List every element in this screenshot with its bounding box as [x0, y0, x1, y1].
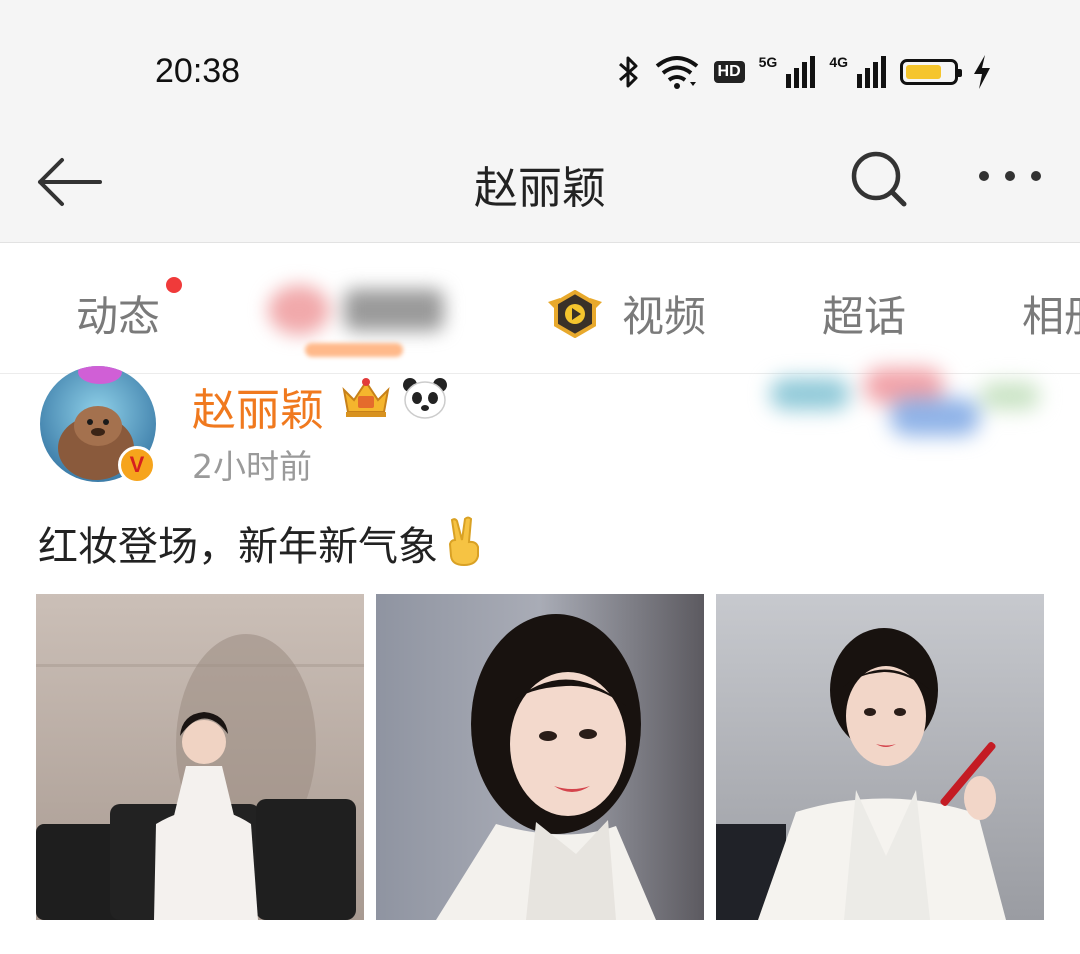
signal-5g-icon	[786, 56, 816, 88]
network-label-4g: 4G	[829, 54, 848, 70]
page-title: 赵丽颖	[474, 163, 606, 214]
video-badge-icon	[548, 289, 602, 338]
tab-blurred[interactable]	[268, 279, 448, 339]
author-name[interactable]: 赵丽颖	[192, 374, 324, 438]
profile-tabs: 动态 视频 超话 相册	[0, 243, 1080, 374]
back-button[interactable]	[36, 154, 106, 210]
post-card: V 赵丽颖 2小时前 红妆登场，新年新气象	[0, 366, 1080, 954]
wifi-icon	[655, 56, 698, 89]
battery-icon	[900, 59, 962, 85]
avatar[interactable]: V	[40, 366, 156, 484]
post-photo-3[interactable]	[716, 594, 1044, 920]
status-time: 20:38	[155, 52, 241, 90]
more-icon	[979, 171, 1041, 181]
tab-super-topic[interactable]: 超话	[822, 283, 906, 344]
network-label-5g: 5G	[758, 54, 778, 70]
tab-video-label: 视频	[622, 292, 707, 341]
search-icon	[851, 151, 907, 207]
charging-icon	[974, 55, 990, 89]
verified-badge: V	[118, 446, 156, 484]
more-button[interactable]	[972, 160, 1048, 200]
post-body: 红妆登场，新年新气象	[38, 524, 438, 570]
status-bar: 20:38 HD 5G 4G	[0, 0, 1080, 130]
hd-badge: HD	[713, 61, 745, 83]
post-text: 红妆登场，新年新气象	[38, 514, 486, 572]
nav-bar: 赵丽颖	[0, 130, 1080, 243]
active-tab-indicator	[305, 343, 403, 357]
post-photo-2[interactable]	[376, 594, 704, 920]
search-button[interactable]	[848, 148, 912, 212]
arrow-left-icon	[38, 158, 102, 206]
panda-icon[interactable]	[402, 376, 448, 420]
status-icons: HD 5G 4G	[616, 52, 992, 92]
crown-icon[interactable]	[338, 376, 394, 420]
bluetooth-icon	[618, 56, 638, 88]
post-timestamp: 2小时前	[192, 447, 312, 486]
tab-album[interactable]: 相册	[1022, 283, 1080, 344]
victory-hand-icon	[448, 516, 479, 566]
battery-level	[906, 65, 941, 79]
signal-4g-icon	[857, 56, 886, 88]
notification-dot	[166, 277, 182, 293]
blurred-header-area	[760, 368, 1060, 448]
post-photo-1[interactable]	[36, 594, 364, 920]
tab-feed[interactable]: 动态	[76, 283, 160, 344]
tab-video[interactable]: 视频	[544, 283, 706, 344]
